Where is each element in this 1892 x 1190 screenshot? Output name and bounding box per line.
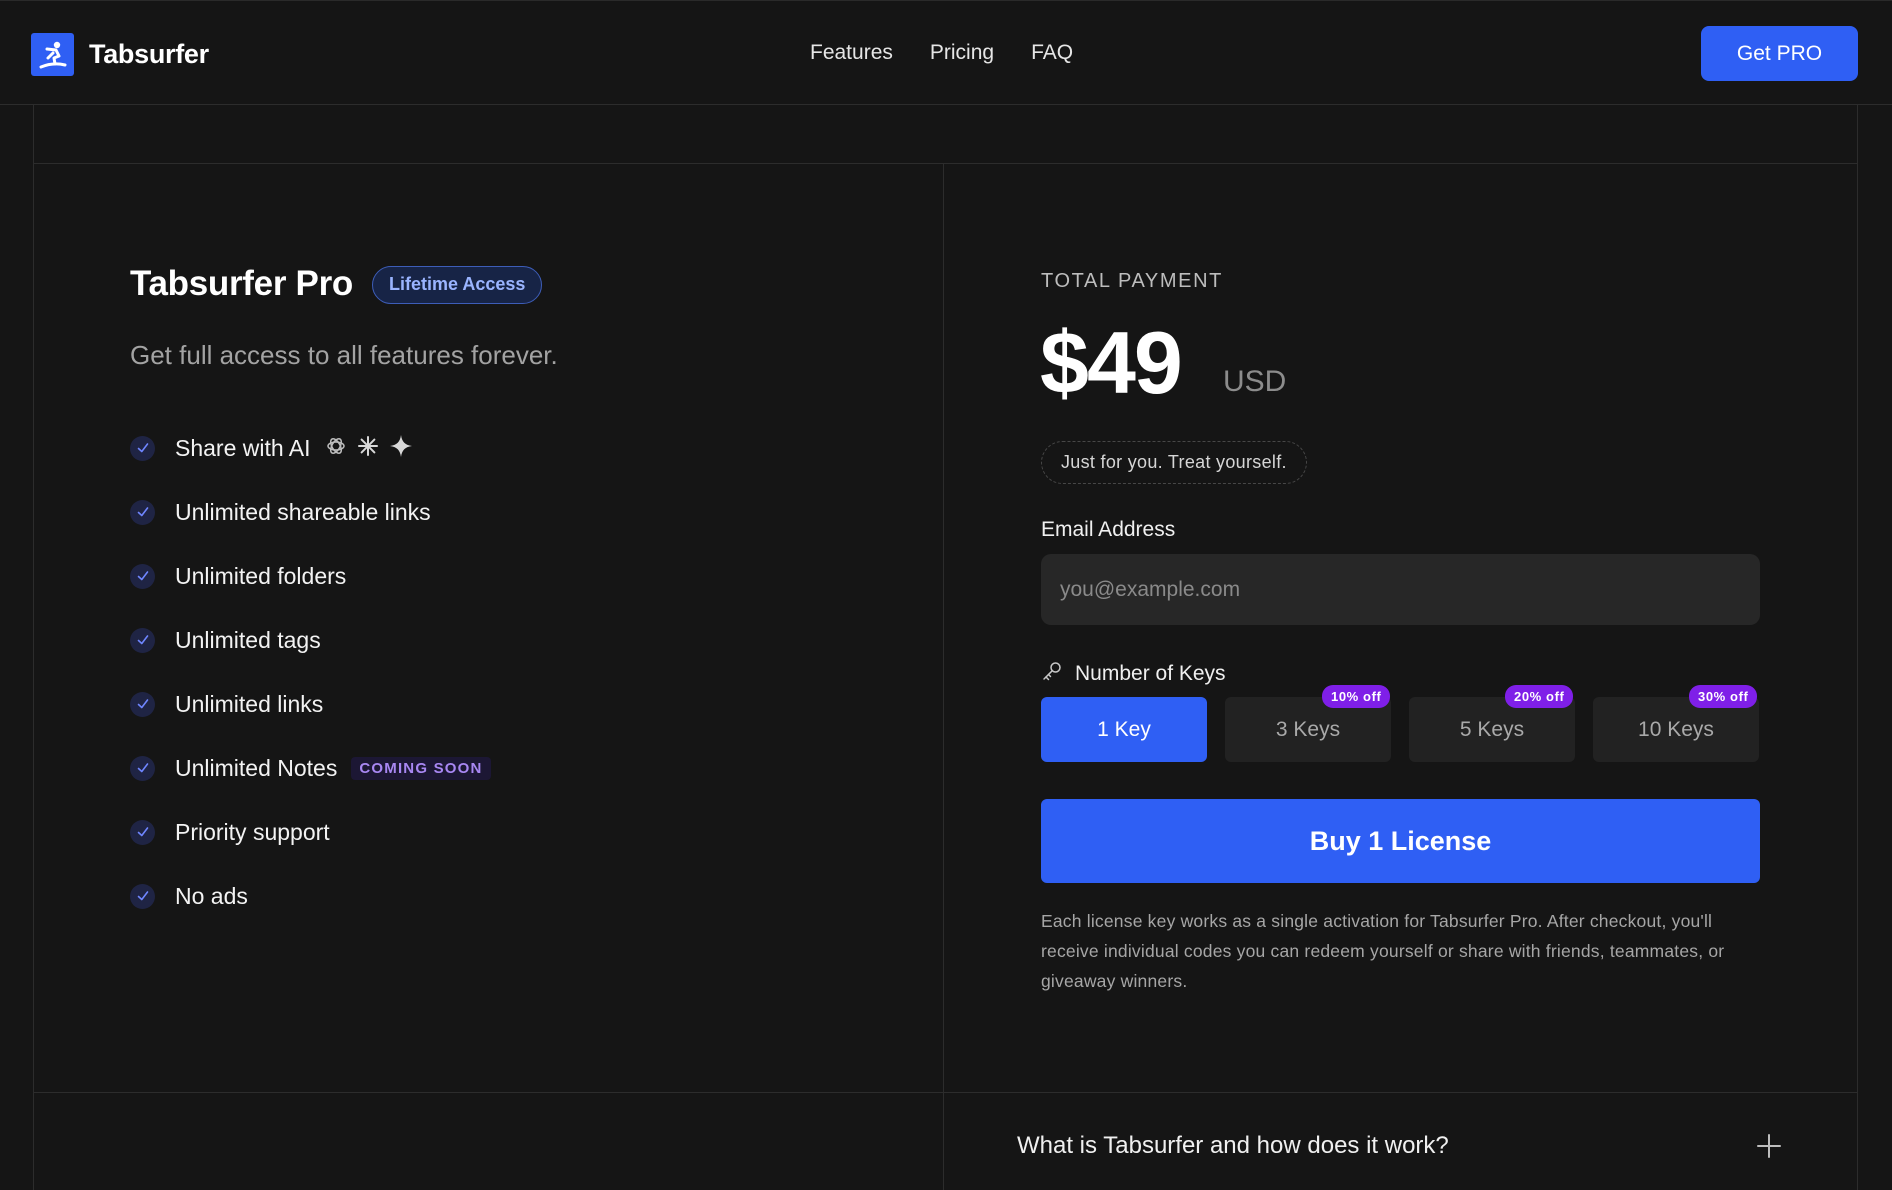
license-fine-print: Each license key works as a single activ… — [1041, 911, 1725, 991]
brand-name: Tabsurfer — [89, 39, 209, 69]
gemini-icon — [389, 434, 413, 463]
feature-label: Unlimited tags — [175, 626, 321, 653]
number-of-keys-header: Number of Keys — [1041, 660, 1226, 687]
key-option-1[interactable]: 1 Key — [1041, 697, 1207, 762]
key-icon — [1041, 660, 1063, 687]
feature-item: No ads — [130, 864, 491, 928]
feature-item: Unlimited links — [130, 672, 491, 736]
check-icon — [130, 627, 155, 653]
section-bottom-divider — [33, 1092, 1858, 1093]
ai-provider-icons — [325, 434, 413, 463]
coming-soon-badge: COMING SOON — [351, 756, 491, 780]
check-icon — [130, 499, 155, 525]
get-pro-button[interactable]: Get PRO — [1701, 26, 1858, 81]
discount-badge: 30% off — [1689, 685, 1758, 708]
feature-label: Unlimited shareable links — [175, 498, 431, 525]
check-icon — [130, 883, 155, 909]
claude-icon — [357, 435, 379, 462]
check-icon — [130, 563, 155, 589]
lifetime-access-badge: Lifetime Access — [372, 266, 543, 304]
buy-license-button[interactable]: Buy 1 License — [1041, 799, 1760, 883]
price-amount: $49 — [1040, 313, 1183, 412]
feature-label: Unlimited folders — [175, 562, 347, 589]
check-icon — [130, 819, 155, 845]
feature-item: Share with AI — [130, 416, 491, 480]
nav-link-pricing[interactable]: Pricing — [930, 41, 994, 65]
expand-plus-icon[interactable] — [1756, 1133, 1782, 1159]
top-nav: Tabsurfer Features Pricing FAQ Get PRO — [0, 0, 1892, 105]
plan-subtitle: Get full access to all features forever. — [130, 340, 558, 370]
section-top-divider — [33, 163, 1858, 164]
frame-line-left — [33, 105, 34, 1190]
feature-label: No ads — [175, 882, 248, 909]
faq-question[interactable]: What is Tabsurfer and how does it work? — [1017, 1132, 1449, 1160]
feature-label: Unlimited Notes — [175, 754, 338, 781]
surfer-logo-icon — [31, 33, 74, 76]
feature-label: Unlimited links — [175, 690, 324, 717]
column-divider — [943, 164, 944, 1190]
openai-icon — [325, 435, 347, 462]
nav-link-features[interactable]: Features — [810, 41, 893, 65]
discount-badge: 20% off — [1505, 685, 1574, 708]
check-icon — [130, 435, 155, 461]
discount-badge: 10% off — [1322, 685, 1391, 708]
check-icon — [130, 755, 155, 781]
feature-label: Share with AI — [175, 434, 311, 461]
check-icon — [130, 691, 155, 717]
feature-item: Unlimited shareable links — [130, 480, 491, 544]
feature-label: Priority support — [175, 818, 330, 845]
frame-line-right — [1857, 105, 1858, 1190]
brand[interactable]: Tabsurfer — [31, 33, 209, 76]
tagline-pill: Just for you. Treat yourself. — [1041, 441, 1307, 484]
email-input[interactable] — [1041, 554, 1760, 625]
total-payment-label: TOTAL PAYMENT — [1041, 270, 1223, 292]
feature-item: Unlimited Notes COMING SOON — [130, 736, 491, 800]
nav-links: Features Pricing FAQ — [810, 41, 1073, 65]
number-of-keys-label: Number of Keys — [1075, 661, 1226, 685]
plan-title: Tabsurfer Pro — [130, 264, 354, 303]
feature-item: Unlimited folders — [130, 544, 491, 608]
email-label: Email Address — [1041, 518, 1176, 541]
nav-link-faq[interactable]: FAQ — [1031, 41, 1073, 65]
feature-item: Priority support — [130, 800, 491, 864]
feature-list: Share with AI Unlimited shareable links … — [130, 416, 491, 928]
price-currency: USD — [1223, 365, 1287, 398]
feature-item: Unlimited tags — [130, 608, 491, 672]
